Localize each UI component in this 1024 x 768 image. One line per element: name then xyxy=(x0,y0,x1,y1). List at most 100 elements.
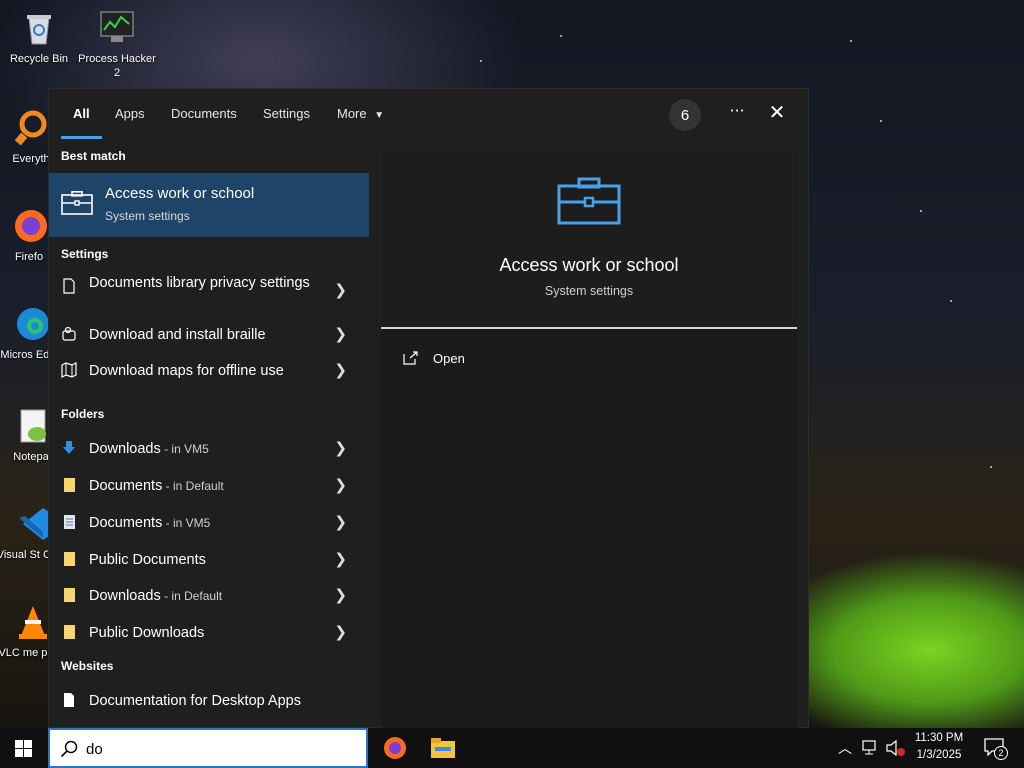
active-tab-indicator xyxy=(61,136,102,139)
taskbar: ︿ 11:30 PM 1/3/2025 2 xyxy=(0,728,1024,768)
volume-muted-icon[interactable] xyxy=(886,740,906,756)
section-best-match: Best match xyxy=(61,149,126,163)
edge-icon xyxy=(11,304,51,344)
folder-item-public-downloads[interactable]: Public Downloads ❯ xyxy=(49,615,369,649)
chevron-right-icon[interactable]: ❯ xyxy=(334,550,347,568)
folder-item-downloads-vm5[interactable]: Downloads - in VM5 ❯ xyxy=(49,431,369,465)
preview-header: Access work or school System settings xyxy=(381,153,797,329)
settings-item-offline-maps[interactable]: Download maps for offline use ❯ xyxy=(49,353,369,387)
search-icon xyxy=(60,740,78,758)
desktop-icon-label: Notepa xyxy=(13,451,49,463)
chevron-right-icon[interactable]: ❯ xyxy=(334,325,347,343)
more-options-icon[interactable]: ··· xyxy=(725,101,749,125)
tab-more-label: More xyxy=(337,106,367,121)
desktop-icon-label: Firefo xyxy=(14,251,44,263)
website-item-documentation[interactable]: Documentation for Desktop Apps xyxy=(49,683,369,717)
taskbar-search-box[interactable] xyxy=(48,728,368,768)
vscode-icon xyxy=(13,504,53,544)
folder-icon xyxy=(64,478,75,492)
folder-item-public-documents[interactable]: Public Documents ❯ xyxy=(49,542,369,576)
everything-search-icon xyxy=(11,108,51,148)
desktop-icon-label: Process Hacker 2 xyxy=(78,53,156,79)
search-tab-bar: All Apps Documents Settings More ▼ 6 ···… xyxy=(49,89,810,139)
preview-pane: Access work or school System settings Op… xyxy=(381,153,797,729)
tab-apps[interactable]: Apps xyxy=(115,106,145,121)
start-button[interactable] xyxy=(0,728,48,768)
open-action-label: Open xyxy=(433,351,465,366)
firefox-icon xyxy=(9,206,49,246)
section-folders: Folders xyxy=(61,407,105,421)
best-match-title: Access work or school xyxy=(105,185,255,202)
folder-item-downloads-default[interactable]: Downloads - in Default ❯ xyxy=(49,578,369,612)
folder-item-label: Documents - in VM5 xyxy=(89,515,211,531)
page-icon xyxy=(63,278,75,294)
clock-date[interactable]: 1/3/2025 xyxy=(904,749,974,761)
folder-item-label: Public Documents xyxy=(89,552,206,568)
website-item-label: Documentation for Desktop Apps xyxy=(89,693,301,709)
preview-subtitle: System settings xyxy=(544,284,634,298)
folder-item-label: Downloads - in Default xyxy=(89,588,223,604)
settings-item-documents-privacy[interactable]: Documents library privacy settings ❯ xyxy=(49,269,369,313)
firefox-icon xyxy=(384,737,406,759)
desktop-icon-recycle-bin[interactable]: Recycle Bin xyxy=(0,8,78,66)
chevron-right-icon[interactable]: ❯ xyxy=(334,439,347,457)
braille-settings-icon xyxy=(62,326,76,341)
chevron-right-icon[interactable]: ❯ xyxy=(334,513,347,531)
chevron-right-icon[interactable]: ❯ xyxy=(334,281,347,299)
search-results-list: Best match Access work or school System … xyxy=(49,145,370,729)
taskbar-file-explorer[interactable] xyxy=(423,732,463,764)
action-center-button[interactable]: 2 xyxy=(980,734,1010,762)
desktop-icon-process-hacker[interactable]: Process Hacker 2 xyxy=(78,8,156,80)
process-hacker-icon xyxy=(97,8,137,48)
folder-item-documents-default[interactable]: Documents - in Default ❯ xyxy=(49,468,369,502)
open-external-icon xyxy=(403,351,418,365)
close-icon[interactable]: ✕ xyxy=(765,101,789,125)
chevron-right-icon[interactable]: ❯ xyxy=(334,623,347,641)
network-icon[interactable] xyxy=(862,740,880,756)
folder-item-documents-vm5[interactable]: Documents - in VM5 ❯ xyxy=(49,505,369,539)
settings-item-label: Documents library privacy settings xyxy=(89,275,310,291)
search-input[interactable] xyxy=(86,739,356,759)
tab-all[interactable]: All xyxy=(73,106,90,121)
briefcase-icon xyxy=(61,191,93,215)
chevron-right-icon[interactable]: ❯ xyxy=(334,361,347,379)
rewards-badge[interactable]: 6 xyxy=(669,99,701,131)
tab-settings[interactable]: Settings xyxy=(263,106,310,121)
section-websites: Websites xyxy=(61,659,114,673)
folder-item-label: Public Downloads xyxy=(89,625,205,641)
tab-more[interactable]: More ▼ xyxy=(337,106,384,121)
desktop-icon-label: Recycle Bin xyxy=(9,53,69,65)
chevron-right-icon[interactable]: ❯ xyxy=(334,476,347,494)
settings-item-label: Download maps for offline use xyxy=(89,363,284,379)
document-folder-icon xyxy=(64,515,75,529)
download-arrow-icon xyxy=(63,441,75,454)
folder-icon xyxy=(64,552,75,566)
chevron-right-icon[interactable]: ❯ xyxy=(334,586,347,604)
settings-item-label: Download and install braille xyxy=(89,327,266,343)
search-panel: All Apps Documents Settings More ▼ 6 ···… xyxy=(48,88,810,729)
section-settings: Settings xyxy=(61,247,109,261)
page-icon xyxy=(64,693,74,707)
recycle-bin-icon xyxy=(19,8,59,48)
folder-item-label: Downloads - in VM5 xyxy=(89,441,209,457)
windows-logo-icon xyxy=(15,740,32,757)
preview-title: Access work or school xyxy=(499,255,679,275)
map-icon xyxy=(61,362,77,378)
notification-count-badge: 2 xyxy=(994,746,1008,760)
chevron-up-icon[interactable]: ︿ xyxy=(838,738,852,758)
folder-icon xyxy=(64,588,75,602)
clock-time[interactable]: 11:30 PM xyxy=(904,732,974,744)
tab-documents[interactable]: Documents xyxy=(171,106,237,121)
folder-item-label: Documents - in Default xyxy=(89,478,224,494)
caret-down-icon: ▼ xyxy=(374,110,385,121)
notepad-plus-icon xyxy=(11,406,51,446)
file-explorer-icon xyxy=(431,738,455,758)
taskbar-firefox[interactable] xyxy=(375,732,415,764)
best-match-subtitle: System settings xyxy=(105,209,190,223)
briefcase-icon xyxy=(557,177,621,225)
desktop-icon-label: Everyth xyxy=(12,153,50,165)
settings-item-braille[interactable]: Download and install braille ❯ xyxy=(49,317,369,351)
open-action[interactable]: Open xyxy=(401,347,601,371)
folder-icon xyxy=(64,625,75,639)
best-match-item[interactable]: Access work or school System settings xyxy=(49,173,369,237)
